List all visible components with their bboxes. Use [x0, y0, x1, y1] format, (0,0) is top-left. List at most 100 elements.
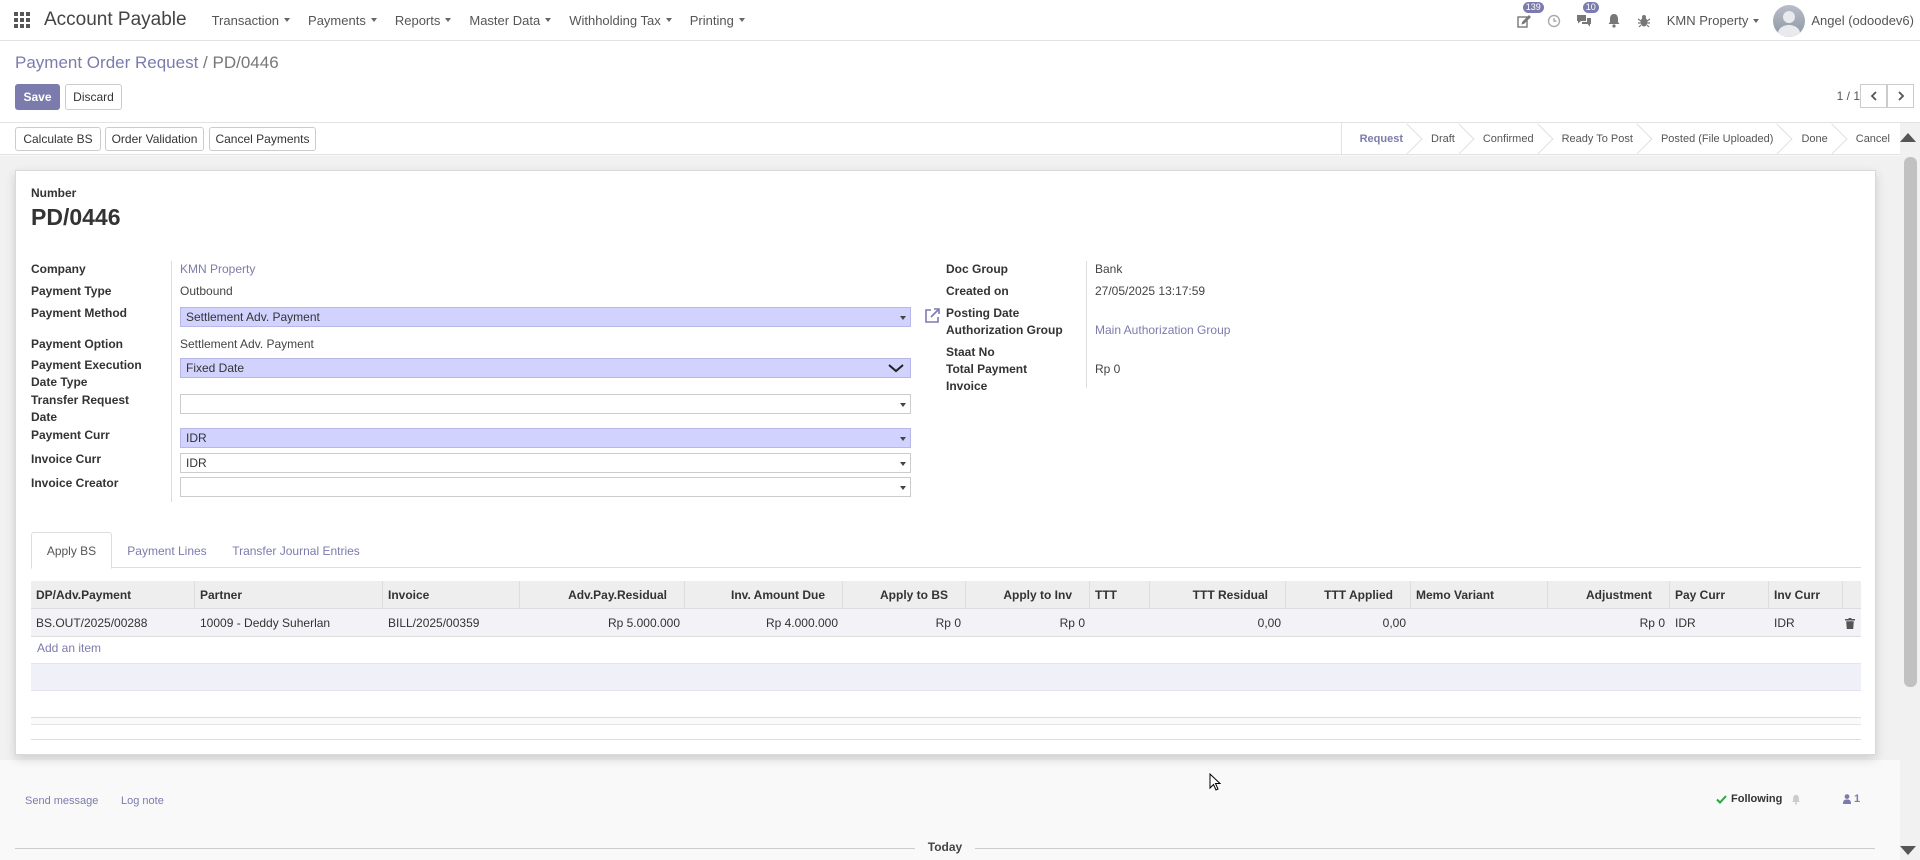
breadcrumb-parent-link[interactable]: Payment Order Request	[15, 53, 198, 72]
chevron-right-icon	[1897, 91, 1904, 101]
form-statusbar: Calculate BS Order Validation Cancel Pay…	[0, 123, 1900, 155]
caret-down-icon	[284, 18, 291, 22]
col-ttt[interactable]: TTT	[1090, 581, 1150, 609]
pager-previous-button[interactable]	[1860, 84, 1887, 108]
add-an-item-link[interactable]: Add an item	[37, 641, 101, 655]
cell-adjustment: Rp 0	[1639, 616, 1665, 630]
table-footer-divider	[31, 739, 1861, 740]
tab-transfer-journal-entries[interactable]: Transfer Journal Entries	[221, 532, 371, 569]
breadcrumb: Payment Order Request / PD/0446	[15, 53, 279, 73]
payment-curr-select[interactable]: IDR	[180, 428, 911, 448]
table-empty-row	[31, 663, 1861, 691]
save-button[interactable]: Save	[15, 84, 60, 110]
breadcrumb-separator: /	[203, 53, 208, 72]
menu-master-data[interactable]: Master Data	[460, 13, 560, 28]
followers-button[interactable]: 1	[1843, 793, 1860, 805]
authorization-group-label: Authorization Group	[946, 323, 1063, 337]
menu-reports[interactable]: Reports	[386, 13, 461, 28]
apps-menu-icon[interactable]	[0, 0, 44, 41]
transfer-request-date-select[interactable]	[180, 394, 911, 414]
col-ttt-applied[interactable]: TTT Applied	[1286, 581, 1411, 609]
status-stages: Request Draft Confirmed Ready To Post Po…	[1340, 123, 1900, 155]
col-inv-curr[interactable]: Inv Curr	[1769, 581, 1843, 609]
top-navbar: Account Payable Transaction Payments Rep…	[0, 0, 1920, 41]
notebook-tabs: Apply BS Payment Lines Transfer Journal …	[31, 532, 1861, 569]
dropdown-arrow-icon	[900, 437, 906, 441]
edit-activity-icon[interactable]: 139	[1509, 0, 1544, 41]
scroll-down-arrow-icon[interactable]	[1900, 846, 1916, 855]
doc-group-value: Bank	[1095, 262, 1123, 276]
bell-icon[interactable]	[1599, 0, 1629, 41]
col-apply-to-inv[interactable]: Apply to Inv	[966, 581, 1090, 609]
payment-type-label: Payment Type	[31, 284, 112, 298]
order-validation-button[interactable]: Order Validation	[105, 127, 204, 151]
col-adjustment[interactable]: Adjustment	[1548, 581, 1670, 609]
col-dp-adv-payment[interactable]: DP/Adv.Payment	[31, 581, 195, 609]
cell-partner: 10009 - Deddy Suherlan	[200, 616, 331, 630]
cancel-payments-button[interactable]: Cancel Payments	[209, 127, 316, 151]
table-horizontal-scrollbar[interactable]	[31, 717, 1861, 725]
caret-down-icon	[738, 18, 745, 22]
doc-group-label: Doc Group	[946, 262, 1008, 276]
clock-icon[interactable]	[1539, 0, 1569, 41]
main-menu: Transaction Payments Reports Master Data…	[203, 13, 754, 28]
external-link-icon[interactable]	[923, 307, 941, 328]
authorization-group-link[interactable]: Main Authorization Group	[1095, 322, 1230, 339]
breadcrumb-current: PD/0446	[212, 53, 279, 72]
pager-value: 1 / 1	[1836, 89, 1860, 103]
col-ttt-residual[interactable]: TTT Residual	[1150, 581, 1286, 609]
col-apply-to-bs[interactable]: Apply to BS	[843, 581, 966, 609]
scrollbar-thumb[interactable]	[1904, 157, 1917, 687]
company-label: Company	[31, 262, 86, 276]
calculate-bs-button[interactable]: Calculate BS	[15, 127, 101, 151]
bell-icon[interactable]	[1791, 794, 1801, 805]
company-switcher[interactable]: KMN Property	[1667, 13, 1760, 28]
menu-transaction[interactable]: Transaction	[203, 13, 299, 28]
col-memo-variant[interactable]: Memo Variant	[1411, 581, 1548, 609]
pager-next-button[interactable]	[1887, 84, 1914, 108]
messages-icon[interactable]: 10	[1569, 0, 1599, 41]
menu-payments[interactable]: Payments	[299, 13, 386, 28]
chevron-left-icon	[1870, 91, 1877, 101]
total-payment-invoice-label: Total Payment Invoice	[946, 362, 1028, 393]
discard-button[interactable]: Discard	[65, 84, 122, 110]
payment-execution-date-type-select[interactable]: Fixed Date	[180, 358, 911, 378]
debug-bug-icon[interactable]	[1629, 0, 1659, 41]
payment-method-select[interactable]: Settlement Adv. Payment	[180, 307, 911, 327]
tab-payment-lines[interactable]: Payment Lines	[118, 532, 216, 569]
cell-dp-adv-payment: BS.OUT/2025/00288	[36, 616, 148, 630]
cell-ttt-residual: 0,00	[1257, 616, 1281, 630]
menu-withholding-tax[interactable]: Withholding Tax	[560, 13, 681, 28]
col-inv-amount-due[interactable]: Inv. Amount Due	[685, 581, 843, 609]
cell-inv-curr: IDR	[1774, 616, 1795, 630]
posting-date-label: Posting Date	[946, 306, 1020, 320]
cell-inv-amount-due: Rp 4.000.000	[765, 616, 838, 630]
col-partner[interactable]: Partner	[195, 581, 383, 609]
user-menu[interactable]: Angel (odoodev6)	[1811, 13, 1914, 28]
send-message-button[interactable]: Send message	[25, 795, 98, 807]
chatter: Send message Log note Following 1 Today	[0, 770, 1900, 860]
dropdown-arrow-icon	[900, 403, 906, 407]
col-adv-pay-residual[interactable]: Adv.Pay.Residual	[520, 581, 685, 609]
invoice-creator-select[interactable]	[180, 477, 911, 497]
stage-posted-file-uploaded: Posted (File Uploaded)	[1643, 123, 1784, 155]
scroll-up-arrow-icon[interactable]	[1900, 133, 1916, 142]
col-pay-curr[interactable]: Pay Curr	[1670, 581, 1769, 609]
payment-method-label: Payment Method	[31, 306, 128, 320]
company-link[interactable]: KMN Property	[180, 261, 255, 278]
trash-icon[interactable]	[1845, 617, 1855, 632]
left-group-separator	[171, 261, 172, 502]
tab-apply-bs[interactable]: Apply BS	[31, 532, 112, 569]
dropdown-arrow-icon	[900, 486, 906, 490]
log-note-button[interactable]: Log note	[121, 795, 164, 807]
user-avatar[interactable]	[1773, 4, 1806, 37]
dropdown-arrow-icon	[900, 316, 906, 320]
col-invoice[interactable]: Invoice	[383, 581, 520, 609]
cell-apply-to-inv: Rp 0	[1059, 616, 1085, 630]
transfer-request-date-label: Transfer Request Date	[31, 393, 130, 424]
menu-printing[interactable]: Printing	[681, 13, 754, 28]
invoice-curr-select[interactable]: IDR	[180, 453, 911, 473]
control-panel: Payment Order Request / PD/0446 Save Dis…	[0, 41, 1920, 123]
messages-badge: 10	[1582, 2, 1599, 13]
following-button[interactable]: Following	[1716, 793, 1801, 805]
